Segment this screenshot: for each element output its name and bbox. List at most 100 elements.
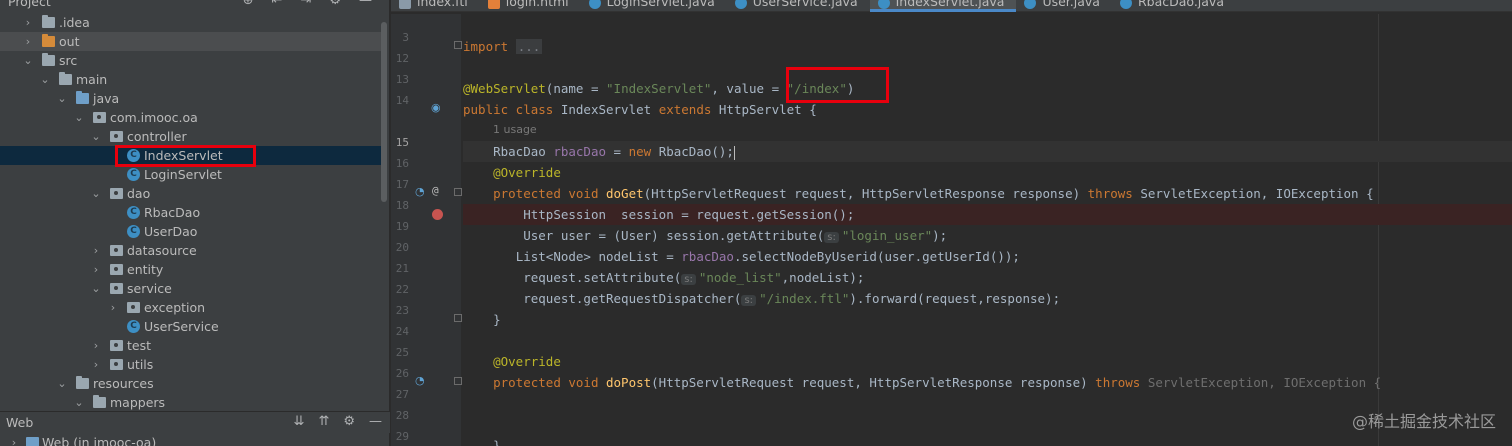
project-tree: › .idea › out ⌄ src ⌄ main ⌄ java ⌄ com.imooc.oa ⌄ co… bbox=[0, 13, 384, 412]
editor-tab-label: LoginServlet.java bbox=[606, 0, 715, 9]
tree-item[interactable]: C UserDao bbox=[0, 222, 384, 241]
url-mapping-gutter-icon[interactable]: @ bbox=[432, 184, 439, 197]
line-number: 16 bbox=[395, 157, 409, 170]
collapse-all-icon[interactable]: ⇈ bbox=[318, 414, 329, 429]
gear-icon[interactable]: ⚙ bbox=[343, 414, 355, 429]
web-tree-label: Web (in imooc-oa) bbox=[42, 435, 157, 446]
fold-toggle-icon[interactable] bbox=[454, 377, 462, 385]
tree-item[interactable]: ⌄ mappers bbox=[0, 393, 384, 412]
tree-item[interactable]: ⌄ dao bbox=[0, 184, 384, 203]
chevron-down-icon[interactable]: ⌄ bbox=[73, 393, 85, 412]
tree-item[interactable]: ⌄ main bbox=[0, 70, 384, 89]
tree-item[interactable]: ⌄ controller bbox=[0, 127, 384, 146]
editor-tab[interactable]: UserService.java bbox=[727, 0, 870, 12]
tree-item[interactable]: › utils bbox=[0, 355, 384, 374]
usage-hint[interactable]: 1 usage bbox=[493, 123, 537, 136]
editor-tab[interactable]: index.ftl bbox=[391, 0, 480, 12]
tree-item-label: datasource bbox=[127, 243, 197, 258]
line-number: 14 bbox=[395, 94, 409, 107]
package-icon bbox=[110, 340, 123, 351]
editor-tab[interactable]: IndexServlet.java bbox=[869, 0, 1017, 12]
ftl-file-icon bbox=[399, 0, 411, 9]
chevron-right-icon[interactable]: › bbox=[107, 298, 119, 317]
chevron-right-icon[interactable]: › bbox=[90, 336, 102, 355]
code-line-22: request.getRequestDispatcher(s: "/index.f… bbox=[463, 288, 1512, 309]
tree-item[interactable]: › .idea bbox=[0, 13, 384, 32]
folded-imports[interactable]: ... bbox=[515, 39, 543, 54]
code-token: } bbox=[493, 312, 501, 327]
collapse-all-icon[interactable]: ⇤ bbox=[272, 0, 283, 8]
method-modifiers: protected void bbox=[493, 186, 606, 201]
editor-tab[interactable]: LoginServlet.java bbox=[581, 0, 727, 12]
chevron-down-icon[interactable]: ⌄ bbox=[39, 70, 51, 89]
tree-item[interactable]: › datasource bbox=[0, 241, 384, 260]
project-panel-header: Project ⊕ ⇤ ⇥ ⚙ — bbox=[0, 0, 390, 9]
tree-item[interactable]: › out bbox=[0, 32, 384, 51]
chevron-down-icon[interactable]: ⌄ bbox=[90, 184, 102, 203]
code-token: RbacDao bbox=[493, 144, 554, 159]
locate-icon[interactable]: ⊕ bbox=[243, 0, 254, 8]
chevron-down-icon[interactable]: ⌄ bbox=[73, 108, 85, 127]
gear-icon[interactable]: ⚙ bbox=[329, 0, 341, 8]
tree-item[interactable]: › entity bbox=[0, 260, 384, 279]
code-statement: HttpSession session = request.getSession… bbox=[523, 207, 855, 222]
tree-item-label: .idea bbox=[59, 15, 90, 30]
chevron-right-icon[interactable]: › bbox=[8, 433, 20, 446]
code-line-13: @WebServlet(name = "IndexServlet", value… bbox=[463, 78, 1512, 99]
web-panel-title[interactable]: Web bbox=[6, 415, 33, 430]
chevron-down-icon[interactable]: ⌄ bbox=[22, 51, 34, 70]
new-keyword: new bbox=[628, 144, 659, 159]
fold-toggle-icon[interactable] bbox=[454, 41, 462, 49]
tree-item[interactable]: ⌄ java bbox=[0, 89, 384, 108]
tree-item[interactable]: › test bbox=[0, 336, 384, 355]
tree-item[interactable]: C RbacDao bbox=[0, 203, 384, 222]
editor-tab[interactable]: User.java bbox=[1016, 0, 1112, 12]
editor-tab-label: login.html bbox=[505, 0, 569, 9]
expand-all-icon[interactable]: ⇊ bbox=[294, 414, 305, 429]
package-icon bbox=[110, 131, 123, 142]
hide-icon[interactable]: — bbox=[359, 0, 372, 8]
fold-toggle-icon[interactable] bbox=[454, 188, 462, 196]
expand-all-icon[interactable]: ⇥ bbox=[300, 0, 311, 8]
chevron-down-icon[interactable]: ⌄ bbox=[56, 374, 68, 393]
project-tree-scrollbar[interactable] bbox=[381, 22, 387, 202]
watermark: @稀土掘金技术社区 bbox=[1351, 412, 1496, 431]
line-number: 3 bbox=[402, 31, 409, 44]
line-number: 27 bbox=[395, 388, 409, 401]
chevron-right-icon[interactable]: › bbox=[90, 355, 102, 374]
chevron-right-icon[interactable]: › bbox=[90, 260, 102, 279]
extends-keyword: extends bbox=[658, 102, 719, 117]
breakpoint-icon[interactable] bbox=[432, 209, 443, 220]
code-line-15: RbacDao rbacDao = new RbacDao(); bbox=[463, 141, 1512, 162]
override-gutter-icon[interactable]: ◔ bbox=[415, 374, 425, 387]
override-gutter-icon[interactable]: ◔ bbox=[415, 185, 425, 198]
editor-tab[interactable]: login.html bbox=[480, 0, 581, 12]
chevron-down-icon[interactable]: ⌄ bbox=[90, 279, 102, 298]
tree-item[interactable]: ⌄ service bbox=[0, 279, 384, 298]
code-line-14: public class IndexServlet extends HttpSe… bbox=[463, 99, 1512, 120]
line-number: 21 bbox=[395, 262, 409, 275]
chevron-right-icon[interactable]: › bbox=[90, 241, 102, 260]
chevron-right-icon[interactable]: › bbox=[22, 32, 34, 51]
chevron-down-icon[interactable]: ⌄ bbox=[90, 127, 102, 146]
web-tree-item[interactable]: › Web (in imooc-oa) bbox=[0, 433, 390, 446]
code-area[interactable]: import ... @WebServlet(name = "IndexServ… bbox=[463, 14, 1512, 446]
tree-item[interactable]: C UserService bbox=[0, 317, 384, 336]
field-name: rbacDao bbox=[681, 249, 734, 264]
tree-item[interactable]: ⌄ resources bbox=[0, 374, 384, 393]
tree-item[interactable]: ⌄ src bbox=[0, 51, 384, 70]
servlet-gutter-icon[interactable]: ◉ bbox=[431, 101, 441, 114]
package-icon bbox=[110, 245, 123, 256]
project-panel-title[interactable]: Project bbox=[8, 0, 51, 9]
editor-tab[interactable]: RbacDao.java bbox=[1112, 0, 1236, 12]
web-panel-header: Web ⇊ ⇈ ⚙ — bbox=[0, 411, 390, 433]
tree-item-label: LoginServlet bbox=[144, 167, 222, 182]
tree-item[interactable]: › exception bbox=[0, 298, 384, 317]
hide-icon[interactable]: — bbox=[369, 414, 382, 429]
chevron-right-icon[interactable]: › bbox=[22, 13, 34, 32]
parameter-hint: s: bbox=[824, 232, 839, 243]
chevron-down-icon[interactable]: ⌄ bbox=[56, 89, 68, 108]
tree-item[interactable]: ⌄ com.imooc.oa bbox=[0, 108, 384, 127]
fold-toggle-icon[interactable] bbox=[454, 314, 462, 322]
tree-item[interactable]: C LoginServlet bbox=[0, 165, 384, 184]
